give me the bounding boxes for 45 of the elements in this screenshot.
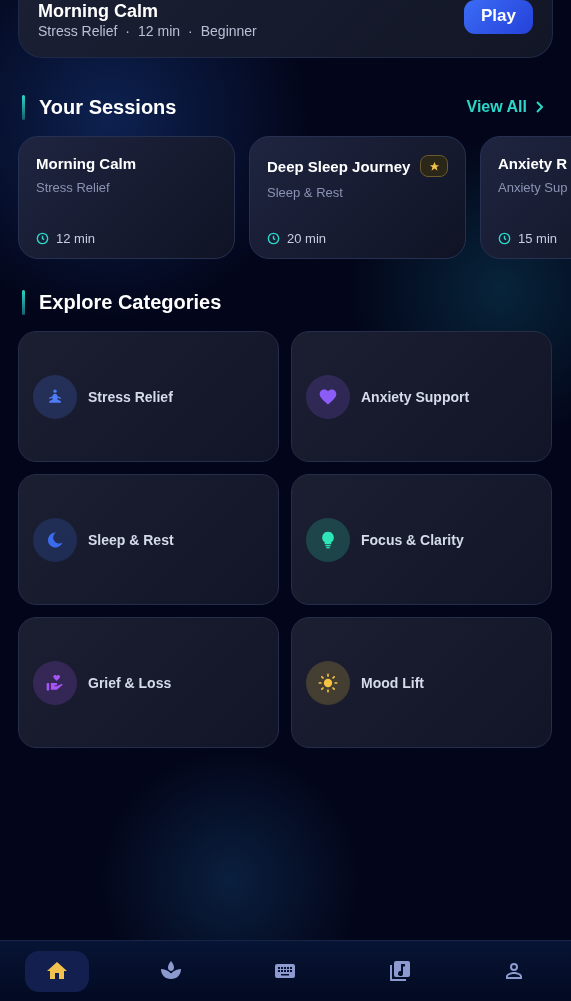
session-title: Morning Calm [36,155,136,172]
session-card[interactable]: Deep Sleep Journey Sleep & Rest 20 min [249,136,466,259]
category-card[interactable]: Stress Relief [18,331,279,462]
nav-tab[interactable] [25,950,90,992]
session-card[interactable]: Anxiety R Anxiety Sup 15 min [480,136,571,259]
play-button[interactable]: Play [464,0,533,34]
clock-icon [36,232,49,245]
category-card[interactable]: Grief & Loss [18,617,279,748]
session-meta: 12 min [138,23,181,39]
session-title: Morning Calm [38,1,159,21]
music-library-icon [387,959,412,983]
separator-dot: · [125,23,131,39]
section-title: Your Sessions [39,95,177,119]
session-category: Sleep & Rest [267,185,344,200]
view-all-link[interactable]: View All [466,98,543,116]
session-card[interactable]: Morning Calm Stress Relief 12 min [18,136,235,259]
category-card[interactable]: Sleep & Rest [18,474,279,605]
session-category: Stress Relief [36,180,111,195]
hand-heart-icon [45,672,65,693]
sun-icon [318,672,338,693]
category-label: Mood Lift [361,674,424,691]
clock-icon [267,232,280,245]
section-title: Explore Categories [39,290,222,314]
session-meta: Beginner [200,23,257,39]
session-title: Anxiety R [498,155,568,172]
session-title: Deep Sleep Journey [267,157,411,175]
category-label: Stress Relief [88,388,173,405]
category-label: Focus & Clarity [361,531,464,548]
category-label: Grief & Loss [88,674,172,691]
session-category: Anxiety Sup [498,180,569,195]
separator-dot: · [188,23,193,39]
now-playing-card[interactable]: Morning Calm Stress Relief · 12 min · Beginner Play [18,0,553,58]
session-duration: 15 min [518,231,558,246]
clock-icon [498,232,511,245]
category-card[interactable]: Anxiety Support [291,331,552,462]
category-card[interactable]: Focus & Clarity [291,474,552,605]
session-duration: 20 min [287,231,327,246]
chevron-right-icon [535,101,543,113]
category-label: Anxiety Support [361,388,470,405]
category-label: Sleep & Rest [88,531,174,548]
star-icon [428,160,440,172]
category-card[interactable]: Mood Lift [291,617,552,748]
moon-icon [45,529,65,550]
session-duration: 12 min [56,231,96,246]
session-meta: Stress Relief [38,23,118,39]
